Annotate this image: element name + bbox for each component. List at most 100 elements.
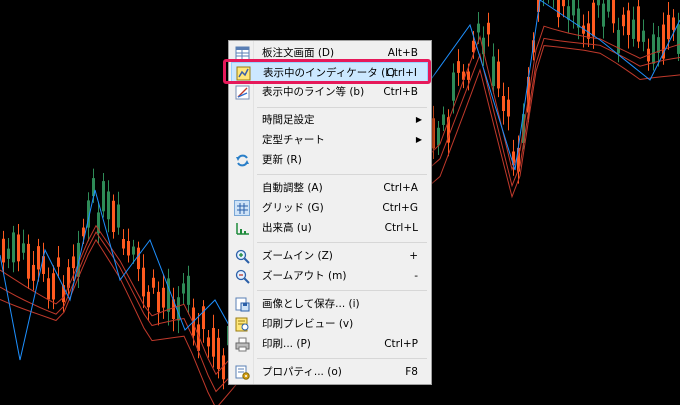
menu-item-timeframe[interactable]: 時間足設定 ▶: [231, 110, 428, 130]
candle-body: [187, 275, 190, 305]
candle-body: [467, 71, 470, 80]
candle-body: [592, 2, 595, 37]
candle-body: [602, 3, 605, 27]
candle-body: [507, 99, 510, 117]
menu-item-shortcut: -: [414, 270, 418, 282]
candle-body: [32, 264, 35, 281]
candle-body: [2, 238, 5, 263]
candle-body: [572, 0, 575, 16]
candle-body: [622, 14, 625, 27]
menu-item-label: 更新 (R): [262, 154, 302, 166]
menu-item-zoom-out[interactable]: ズームアウト (m) -: [231, 266, 428, 286]
candle-body: [617, 29, 620, 54]
menu-item-properties[interactable]: プロパティ... (o) F8: [231, 362, 428, 382]
candle-body: [182, 283, 185, 294]
menu-item-line-objects[interactable]: 表示中のライン等 (b) Ctrl+B: [231, 82, 428, 102]
candle-body: [37, 246, 40, 270]
save-image-icon: [234, 296, 250, 312]
submenu-arrow-icon: ▶: [415, 115, 422, 124]
candle-body: [72, 256, 75, 269]
candle-body: [442, 114, 445, 125]
candle-body: [127, 241, 130, 256]
candle-body: [57, 257, 60, 267]
candle-body: [502, 96, 505, 112]
candle-body: [642, 30, 645, 42]
candle-body: [562, 0, 565, 7]
menu-item-auto-scale[interactable]: 自動調整 (A) Ctrl+A: [231, 178, 428, 198]
menu-item-save-image[interactable]: 画像として保存... (i): [231, 294, 428, 314]
candle-body: [7, 248, 10, 259]
menu-item-label: 定型チャート: [262, 134, 325, 146]
print-icon: [234, 336, 250, 352]
candle-body: [652, 34, 655, 64]
candle-body: [47, 278, 50, 300]
menu-item-label: 自動調整 (A): [262, 182, 323, 194]
candle-body: [612, 0, 615, 24]
menu-item-label: 出来高 (u): [262, 222, 312, 234]
candle-body: [627, 10, 630, 35]
candle-body: [457, 61, 460, 73]
candle-body: [477, 23, 480, 33]
candle-body: [557, 0, 560, 18]
candle-body: [672, 17, 675, 30]
volume-icon: [234, 220, 250, 236]
candle-body: [17, 234, 20, 262]
menu-item-shortcut: F8: [405, 366, 418, 378]
candle-body: [667, 14, 670, 40]
zoom-out-icon: [234, 268, 250, 284]
candle-body: [122, 239, 125, 249]
menu-item-grid[interactable]: グリッド (G) Ctrl+G: [231, 198, 428, 218]
candle-body: [497, 61, 500, 89]
menu-item-label: グリッド (G): [262, 202, 324, 214]
candle-body: [487, 22, 490, 35]
highlight-annotation-frame: [223, 59, 431, 84]
menu-separator: [257, 358, 427, 359]
candle-body: [607, 0, 610, 12]
menu-item-label: 印刷プレビュー (v): [262, 318, 354, 330]
menu-separator: [257, 107, 427, 108]
menu-item-label: ズームイン (Z): [262, 250, 333, 262]
menu-item-shortcut: Ctrl+G: [382, 202, 418, 214]
candle-body: [167, 278, 170, 312]
candle-body: [432, 118, 435, 149]
print-preview-icon: [234, 316, 250, 332]
menu-item-volume[interactable]: 出来高 (u) Ctrl+L: [231, 218, 428, 238]
menu-item-shortcut: Ctrl+P: [384, 338, 418, 350]
menu-separator: [257, 242, 427, 243]
menu-item-shortcut: Ctrl+B: [383, 86, 418, 98]
menu-item-zoom-in[interactable]: ズームイン (Z) +: [231, 246, 428, 266]
menu-separator: [257, 290, 427, 291]
menu-item-chart-templates[interactable]: 定型チャート ▶: [231, 130, 428, 150]
submenu-arrow-icon: ▶: [415, 135, 422, 144]
refresh-icon: [234, 152, 250, 168]
menu-separator: [257, 174, 427, 175]
candle-body: [202, 306, 205, 330]
candle-body: [157, 291, 160, 313]
menu-item-print-preview[interactable]: 印刷プレビュー (v): [231, 314, 428, 334]
menu-item-label: ズームアウト (m): [262, 270, 347, 282]
candle-body: [132, 246, 135, 255]
menu-item-shortcut: Ctrl+L: [384, 222, 418, 234]
candle-body: [152, 277, 155, 288]
menu-item-shortcut: Ctrl+A: [383, 182, 418, 194]
candle-body: [27, 243, 30, 279]
menu-item-print[interactable]: 印刷... (P) Ctrl+P: [231, 334, 428, 354]
menu-item-refresh[interactable]: 更新 (R): [231, 150, 428, 170]
candle-body: [112, 200, 115, 233]
menu-item-label: プロパティ... (o): [262, 366, 342, 378]
candle-body: [142, 267, 145, 297]
candle-body: [107, 191, 110, 220]
candle-body: [52, 273, 55, 300]
candle-body: [22, 243, 25, 253]
candle-body: [117, 204, 120, 228]
candle-body: [492, 56, 495, 87]
candle-body: [437, 127, 440, 146]
candle-body: [217, 337, 220, 370]
menu-item-label: 画像として保存... (i): [262, 298, 360, 310]
candle-body: [137, 247, 140, 270]
candle-body: [102, 181, 105, 212]
line-objects-icon: [234, 84, 250, 100]
candle-body: [632, 19, 635, 39]
properties-icon: [234, 364, 250, 380]
menu-item-shortcut: +: [409, 250, 418, 262]
